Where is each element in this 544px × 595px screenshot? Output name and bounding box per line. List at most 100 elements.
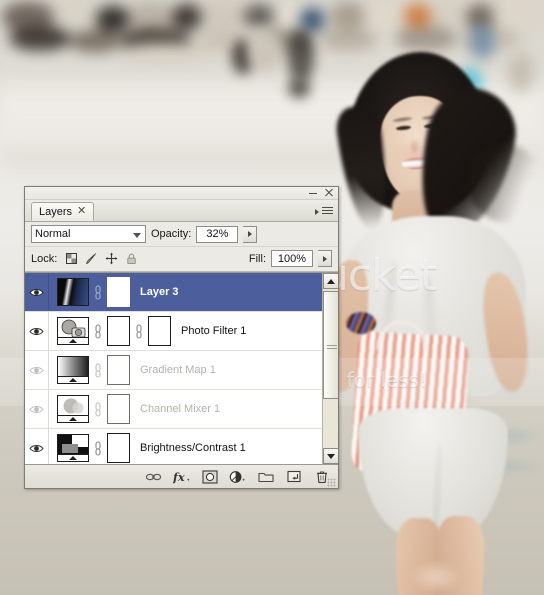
layer-thumbnails [49, 433, 130, 463]
layer-visibility-toggle[interactable] [25, 390, 49, 428]
screenshot-root: Layers ✕ Normal Opacity: 32% Lock: Fill:… [0, 0, 544, 595]
fill-input[interactable]: 100% [271, 250, 313, 267]
link-icon[interactable] [93, 362, 103, 378]
new-adjustment-layer-button[interactable] [229, 468, 246, 485]
blend-mode-select[interactable]: Normal [31, 225, 146, 243]
layer-row[interactable]: Photo Filter 1 [25, 312, 322, 351]
opacity-slider-button[interactable] [243, 225, 258, 243]
layer-thumbnails [49, 316, 171, 346]
panel-titlebar [25, 187, 338, 200]
svg-text:fx: fx [173, 470, 185, 484]
layer-visibility-toggle[interactable] [25, 273, 49, 311]
subject-hair-wisp [468, 144, 542, 222]
eye-icon [29, 405, 44, 413]
vector-mask-thumbnail[interactable] [148, 316, 171, 346]
subject-knee-highlight [410, 560, 462, 594]
opacity-label: Opacity: [151, 228, 192, 240]
layer-thumbnails [49, 277, 130, 307]
tab-layers-label: Layers [39, 205, 73, 218]
layer-mask-thumbnail[interactable] [107, 394, 130, 424]
eye-icon [29, 288, 44, 296]
folder-icon [257, 472, 274, 483]
panel-menu-lines-icon [322, 207, 333, 216]
panel-menu-icon[interactable] [315, 205, 333, 219]
adjustment-marker-icon [69, 339, 77, 343]
eye-icon [29, 327, 44, 335]
link-layers-button[interactable] [145, 468, 162, 485]
lock-label: Lock: [31, 252, 58, 265]
layer-thumbnails [49, 394, 130, 424]
layer-mask-thumbnail[interactable] [107, 355, 130, 385]
layer-mask-thumbnail[interactable] [107, 316, 130, 346]
fill-label: Fill: [248, 252, 266, 265]
new-layer-icon [286, 470, 301, 483]
half-filled-circle-icon [229, 470, 245, 483]
resize-grip[interactable] [327, 478, 336, 487]
new-group-button[interactable] [257, 468, 274, 485]
layer-name: Photo Filter 1 [181, 325, 247, 337]
fx-icon: fx [173, 470, 190, 484]
window-controls [308, 187, 334, 198]
adjustment-thumbnail[interactable] [57, 395, 89, 423]
layer-visibility-toggle[interactable] [25, 351, 49, 389]
layer-name: Brightness/Contrast 1 [140, 442, 246, 454]
opacity-input[interactable]: 32% [196, 225, 239, 243]
close-icon[interactable] [324, 187, 334, 198]
scrollbar-grip [327, 345, 337, 351]
layer-mask-thumbnail[interactable] [107, 277, 130, 307]
adjustment-marker-icon [69, 378, 77, 382]
link-chain-icon [145, 473, 162, 480]
adjustment-thumbnail[interactable] [57, 356, 89, 384]
layer-row[interactable]: Gradient Map 1 [25, 351, 322, 390]
layer-row[interactable]: Layer 3 [25, 273, 322, 312]
link-icon[interactable] [93, 440, 103, 456]
add-layer-mask-button[interactable] [201, 468, 218, 485]
layer-row[interactable]: Brightness/Contrast 1 [25, 429, 322, 464]
minimize-icon[interactable] [308, 187, 318, 198]
layer-thumbnails [49, 355, 130, 385]
photo-subject-woman [317, 48, 544, 595]
adjustment-marker-icon [69, 417, 77, 421]
layer-list-scrollbar[interactable] [322, 273, 338, 464]
layer-list[interactable]: Group 1 [25, 272, 338, 464]
eye-icon [29, 366, 44, 374]
panel-tab-row: Layers ✕ [25, 200, 338, 222]
adjustment-thumbnail[interactable] [57, 317, 89, 345]
tab-close-icon[interactable]: ✕ [77, 206, 86, 217]
link-icon[interactable] [93, 401, 103, 417]
blend-mode-row: Normal Opacity: 32% [25, 222, 338, 247]
layers-panel[interactable]: Layers ✕ Normal Opacity: 32% Lock: Fill:… [24, 186, 339, 489]
panel-menu-triangle-icon [315, 209, 319, 215]
mask-icon [201, 469, 218, 484]
adjustment-marker-icon [69, 456, 77, 460]
layer-style-button[interactable]: fx [173, 468, 190, 485]
blend-mode-value: Normal [35, 228, 71, 240]
layer-visibility-toggle[interactable] [25, 312, 49, 350]
lock-position-icon[interactable] [105, 252, 118, 265]
scroll-up-button[interactable] [323, 273, 338, 289]
layer-name: Layer 3 [140, 286, 179, 298]
scrollbar-thumb[interactable] [323, 291, 338, 399]
subject-nose [410, 140, 419, 152]
new-layer-button[interactable] [285, 468, 302, 485]
link-icon[interactable] [93, 323, 103, 339]
tab-layers[interactable]: Layers ✕ [31, 202, 95, 221]
lock-transparent-pixels-icon[interactable] [65, 252, 78, 265]
adjustment-thumbnail[interactable] [57, 434, 89, 462]
eye-icon [29, 444, 44, 452]
layer-name: Gradient Map 1 [140, 364, 216, 376]
link-icon[interactable] [134, 323, 144, 339]
lock-image-pixels-icon[interactable] [85, 252, 98, 265]
chevron-down-icon[interactable] [131, 229, 143, 241]
layer-mask-thumbnail[interactable] [107, 433, 130, 463]
subject-bracelet [346, 312, 376, 334]
link-icon[interactable] [93, 284, 103, 300]
lock-icon-group [65, 252, 138, 265]
layer-row[interactable]: Channel Mixer 1 [25, 390, 322, 429]
layer-visibility-toggle[interactable] [25, 429, 49, 464]
layer-thumbnail[interactable] [57, 278, 89, 306]
fill-slider-button[interactable] [318, 250, 332, 267]
lock-all-icon[interactable] [125, 252, 138, 265]
layer-name: Channel Mixer 1 [140, 403, 221, 415]
scroll-down-button[interactable] [323, 448, 338, 464]
